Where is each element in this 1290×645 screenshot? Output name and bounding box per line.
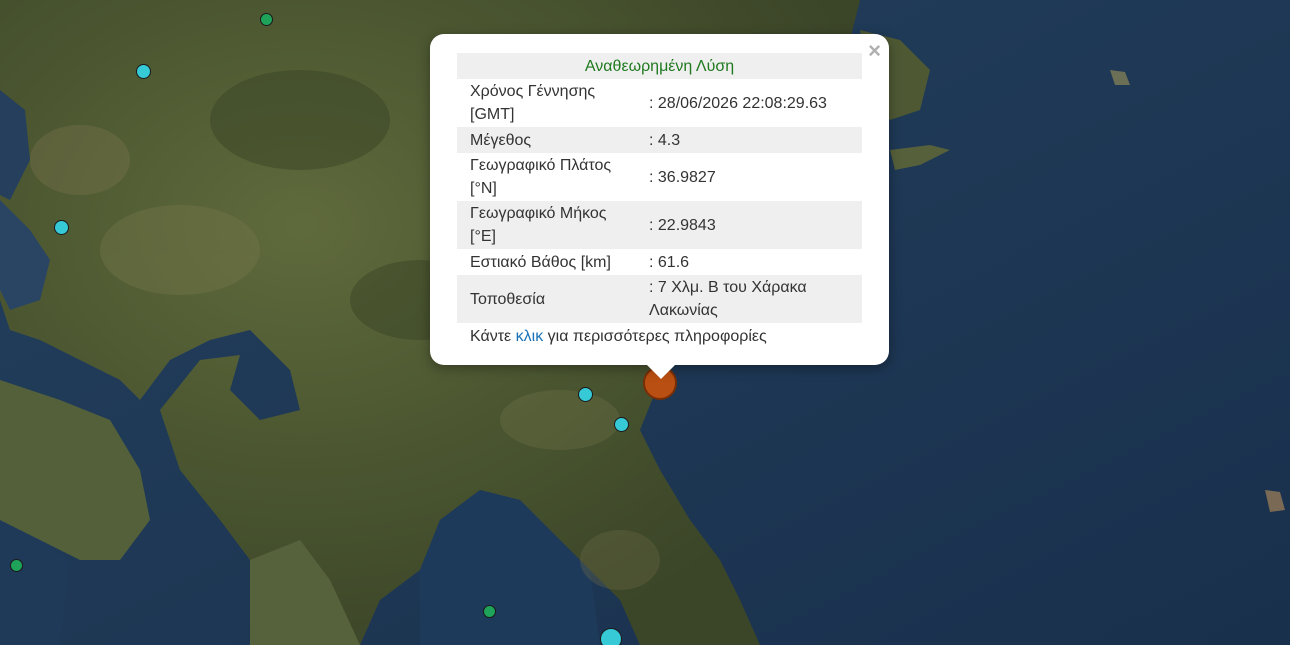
earthquake-info-popup: × Αναθεωρημένη Λύση Χρόνος Γέννησης [GMT… [430, 34, 889, 379]
earthquake-marker-green[interactable] [483, 605, 496, 618]
latitude-value: : 36.9827 [649, 168, 716, 186]
map[interactable]: × Αναθεωρημένη Λύση Χρόνος Γέννησης [GMT… [0, 0, 1290, 645]
more-info-row: Κάντε κλικ για περισσότερες πληροφορίες [457, 323, 862, 349]
popup-pointer [647, 365, 675, 379]
depth-value: : 61.6 [649, 253, 690, 271]
magnitude-value: : 4.3 [649, 131, 681, 149]
earthquake-marker-cyan[interactable] [578, 387, 593, 402]
more-info-suffix: για περισσότερες πληροφορίες [547, 327, 767, 345]
more-info-text: Κάντε κλικ για περισσότερες πληροφορίες [457, 323, 862, 349]
earthquake-marker-cyan[interactable] [54, 220, 69, 235]
magnitude-label: Μέγεθος [470, 131, 532, 149]
origin-time-label: Χρόνος Γέννησης [GMT] [470, 83, 596, 123]
earthquake-marker-green[interactable] [260, 13, 273, 26]
longitude-value: : 22.9843 [649, 216, 716, 234]
table-row: Μέγεθος : 4.3 [457, 127, 862, 153]
table-row: Γεωγραφικό Μήκος [°E] : 22.9843 [457, 201, 862, 249]
location-label: Τοποθεσία [470, 290, 546, 308]
earthquake-marker-cyan[interactable] [614, 417, 629, 432]
close-icon[interactable]: × [868, 38, 881, 64]
location-value: : 7 Χλμ. Β του Χάρακα Λακωνίας [649, 279, 807, 319]
depth-label: Εστιακό Βάθος [km] [470, 253, 611, 271]
popup-title: Αναθεωρημένη Λύση [584, 57, 735, 75]
table-row: Εστιακό Βάθος [km] : 61.6 [457, 249, 862, 275]
table-row: Τοποθεσία : 7 Χλμ. Β του Χάρακα Λακωνίας [457, 275, 862, 323]
earthquake-marker-cyan[interactable] [600, 628, 622, 645]
more-info-prefix: Κάντε [470, 327, 512, 345]
earthquake-details-table: Αναθεωρημένη Λύση Χρόνος Γέννησης [GMT] … [457, 53, 862, 349]
table-row: Γεωγραφικό Πλάτος [°N] : 36.9827 [457, 153, 862, 201]
table-row: Χρόνος Γέννησης [GMT] : 28/06/2026 22:08… [457, 79, 862, 127]
earthquake-marker-cyan[interactable] [136, 64, 151, 79]
latitude-label: Γεωγραφικό Πλάτος [°N] [470, 157, 612, 197]
longitude-label: Γεωγραφικό Μήκος [°E] [470, 205, 607, 245]
more-info-link[interactable]: κλικ [516, 328, 544, 345]
origin-time-value: : 28/06/2026 22:08:29.63 [649, 94, 827, 112]
earthquake-marker-green[interactable] [10, 559, 23, 572]
popup-title-row: Αναθεωρημένη Λύση [457, 53, 862, 79]
